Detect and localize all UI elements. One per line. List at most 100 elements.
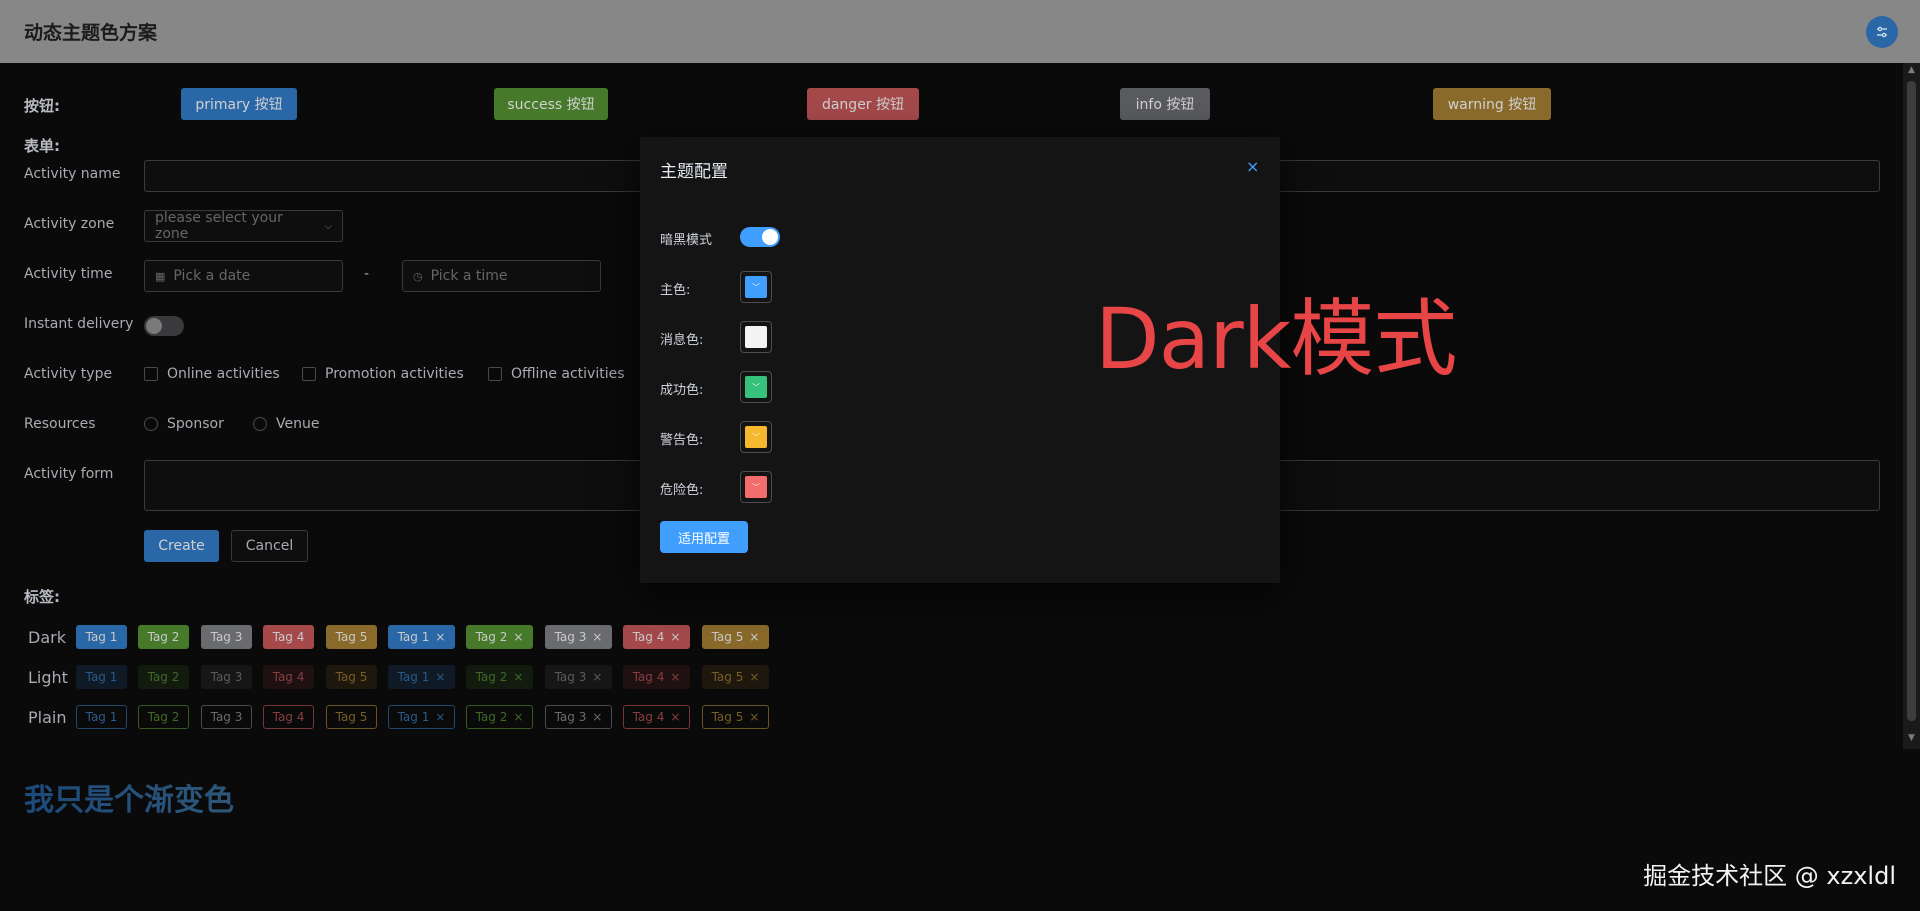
closable-tag-plain-4[interactable]: Tag 4 × bbox=[623, 705, 690, 729]
radio-circle bbox=[144, 417, 158, 431]
closable-tag-light-3[interactable]: Tag 3 × bbox=[545, 665, 612, 689]
close-icon[interactable]: × bbox=[1246, 157, 1259, 176]
checkbox-box bbox=[488, 367, 502, 381]
info-color-picker[interactable] bbox=[740, 321, 772, 353]
tag-label: Tag 1 bbox=[85, 710, 118, 724]
close-icon[interactable]: × bbox=[435, 710, 445, 724]
radio-venue[interactable]: Venue bbox=[253, 416, 319, 432]
tag-label: Tag 2 bbox=[147, 710, 180, 724]
closable-tag-dark-4[interactable]: Tag 4 × bbox=[623, 625, 690, 649]
scrollbar-thumb[interactable] bbox=[1907, 81, 1916, 721]
tags-section-label: 标签: bbox=[24, 588, 60, 606]
success-button[interactable]: success 按钮 bbox=[494, 88, 608, 120]
close-icon[interactable]: × bbox=[435, 670, 445, 684]
danger-color-picker[interactable]: ﹀ bbox=[740, 471, 772, 503]
tag-label: Tag 1 bbox=[397, 670, 430, 684]
radio-circle bbox=[253, 417, 267, 431]
tag-plain-2: Tag 2 bbox=[138, 705, 189, 729]
tag-label: Tag 3 bbox=[554, 670, 587, 684]
closable-tag-light-2[interactable]: Tag 2 × bbox=[466, 665, 533, 689]
checkbox-label: Promotion activities bbox=[325, 366, 464, 382]
tag-label: Tag 4 bbox=[632, 630, 665, 644]
close-icon[interactable]: × bbox=[513, 710, 523, 724]
tag-label: Tag 5 bbox=[335, 630, 368, 644]
color-swatch: ﹀ bbox=[745, 426, 767, 448]
calendar-icon: ▦ bbox=[155, 269, 166, 283]
tag-label: Tag 5 bbox=[711, 670, 744, 684]
closable-tag-dark-3[interactable]: Tag 3 × bbox=[545, 625, 612, 649]
time-placeholder: Pick a time bbox=[430, 268, 508, 284]
tag-row-label-light: Light bbox=[28, 668, 68, 687]
danger-button[interactable]: danger 按钮 bbox=[807, 88, 919, 120]
success-color-picker[interactable]: ﹀ bbox=[740, 371, 772, 403]
close-icon[interactable]: × bbox=[749, 670, 759, 684]
tag-label: Tag 5 bbox=[335, 670, 368, 684]
close-icon[interactable]: × bbox=[670, 710, 680, 724]
activity-zone-label: Activity zone bbox=[24, 216, 115, 232]
tag-label: Tag 2 bbox=[475, 670, 508, 684]
tag-row-label-dark: Dark bbox=[28, 628, 66, 647]
time-picker-input[interactable]: ◷ Pick a time bbox=[402, 260, 601, 292]
close-icon[interactable]: × bbox=[670, 630, 680, 644]
warning-color-label: 警告色: bbox=[660, 433, 704, 448]
primary-button[interactable]: primary 按钮 bbox=[181, 88, 297, 120]
close-icon[interactable]: × bbox=[435, 630, 445, 644]
instant-delivery-switch[interactable] bbox=[144, 316, 184, 336]
tag-label: Tag 2 bbox=[475, 710, 508, 724]
date-picker-input[interactable]: ▦ Pick a date bbox=[144, 260, 343, 292]
warning-color-picker[interactable]: ﹀ bbox=[740, 421, 772, 453]
closable-tag-light-5[interactable]: Tag 5 × bbox=[702, 665, 769, 689]
checkbox-offline-activities[interactable]: Offline activities bbox=[488, 366, 625, 382]
primary-color-label: 主色: bbox=[660, 283, 691, 298]
close-icon[interactable]: × bbox=[749, 630, 759, 644]
tag-plain-4: Tag 4 bbox=[263, 705, 314, 729]
tag-label: Tag 4 bbox=[272, 670, 305, 684]
radio-sponsor[interactable]: Sponsor bbox=[144, 416, 224, 432]
dark-mode-switch[interactable] bbox=[740, 227, 780, 247]
create-button[interactable]: Create bbox=[144, 530, 219, 562]
close-icon[interactable]: × bbox=[592, 630, 602, 644]
closable-tag-light-4[interactable]: Tag 4 × bbox=[623, 665, 690, 689]
scroll-up-arrow[interactable]: ▲ bbox=[1903, 65, 1920, 79]
primary-color-picker[interactable]: ﹀ bbox=[740, 271, 772, 303]
close-icon[interactable]: × bbox=[592, 710, 602, 724]
scroll-down-arrow[interactable]: ▼ bbox=[1903, 733, 1920, 747]
cancel-button[interactable]: Cancel bbox=[231, 530, 308, 562]
checkbox-promotion-activities[interactable]: Promotion activities bbox=[302, 366, 464, 382]
apply-config-button[interactable]: 适用配置 bbox=[660, 521, 748, 553]
tag-label: Tag 2 bbox=[475, 630, 508, 644]
closable-tag-light-1[interactable]: Tag 1 × bbox=[388, 665, 455, 689]
tag-label: Tag 5 bbox=[335, 710, 368, 724]
info-button[interactable]: info 按钮 bbox=[1120, 88, 1210, 120]
vertical-scrollbar[interactable]: ▲ ▼ bbox=[1903, 63, 1920, 749]
close-icon[interactable]: × bbox=[749, 710, 759, 724]
date-placeholder: Pick a date bbox=[173, 268, 251, 284]
close-icon[interactable]: × bbox=[513, 630, 523, 644]
close-icon[interactable]: × bbox=[592, 670, 602, 684]
warning-button[interactable]: warning 按钮 bbox=[1433, 88, 1551, 120]
activity-name-label: Activity name bbox=[24, 166, 121, 182]
closable-tag-dark-5[interactable]: Tag 5 × bbox=[702, 625, 769, 649]
closable-tag-plain-2[interactable]: Tag 2 × bbox=[466, 705, 533, 729]
buttons-section-label: 按钮: bbox=[24, 97, 60, 115]
close-icon[interactable]: × bbox=[513, 670, 523, 684]
theme-settings-button[interactable] bbox=[1866, 16, 1898, 48]
tag-light-4: Tag 4 bbox=[263, 665, 314, 689]
activity-zone-select[interactable]: please select your zone ⌵ bbox=[144, 210, 343, 242]
clock-icon: ◷ bbox=[413, 269, 423, 283]
dark-mode-annotation: Dark模式 bbox=[1095, 290, 1457, 388]
color-swatch: ﹀ bbox=[745, 276, 767, 298]
closable-tag-plain-3[interactable]: Tag 3 × bbox=[545, 705, 612, 729]
checkbox-online-activities[interactable]: Online activities bbox=[144, 366, 280, 382]
closable-tag-dark-2[interactable]: Tag 2 × bbox=[466, 625, 533, 649]
tag-light-2: Tag 2 bbox=[138, 665, 189, 689]
activity-type-label: Activity type bbox=[24, 366, 113, 382]
switch-knob bbox=[146, 318, 162, 334]
closable-tag-dark-1[interactable]: Tag 1 × bbox=[388, 625, 455, 649]
closable-tag-plain-1[interactable]: Tag 1 × bbox=[388, 705, 455, 729]
close-icon[interactable]: × bbox=[670, 670, 680, 684]
dialog-title: 主题配置 bbox=[660, 162, 728, 182]
tag-dark-5: Tag 5 bbox=[326, 625, 377, 649]
activity-form-label: Activity form bbox=[24, 466, 114, 482]
closable-tag-plain-5[interactable]: Tag 5 × bbox=[702, 705, 769, 729]
